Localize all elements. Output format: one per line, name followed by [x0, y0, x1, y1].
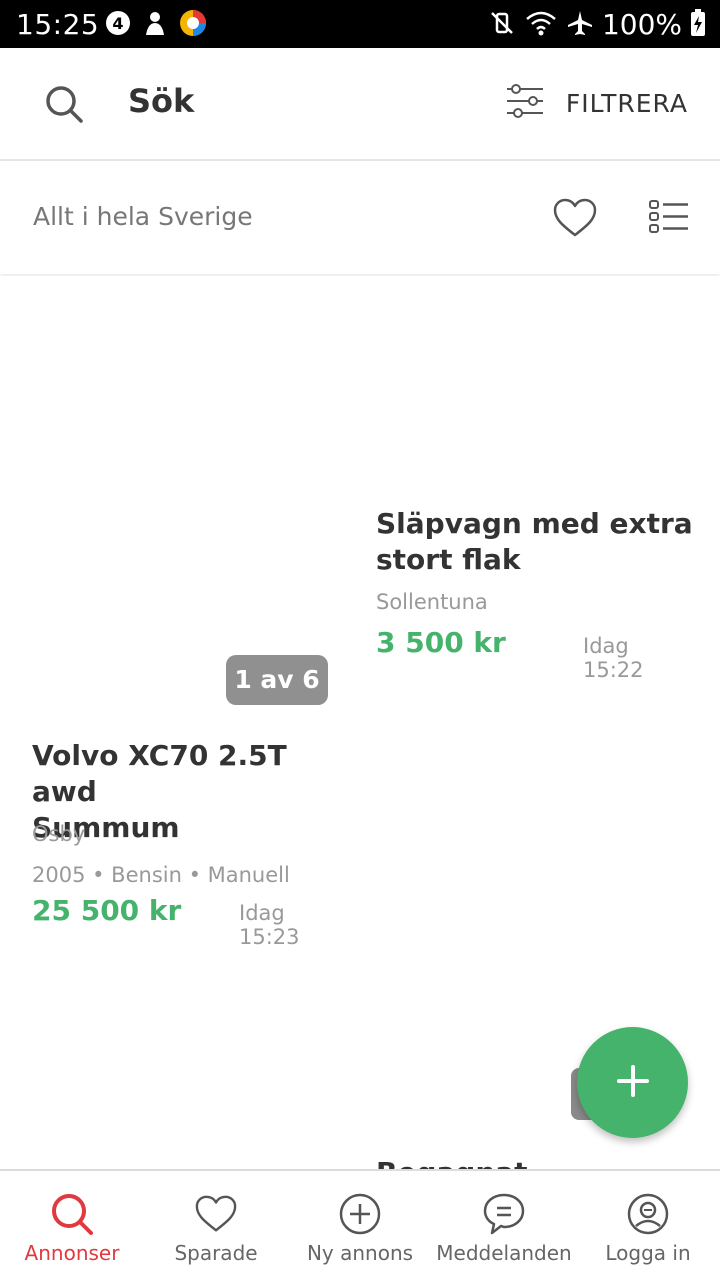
plus-icon: [616, 1064, 650, 1102]
save-search-heart-icon[interactable]: [552, 198, 598, 242]
nav-item-sparade[interactable]: Sparade: [144, 1171, 288, 1280]
user-icon: [626, 1191, 670, 1237]
airplane-icon: [566, 9, 594, 41]
listing-title: Släpvagn med extra stort flak: [376, 507, 693, 576]
image-counter-badge: 1 av 6: [226, 655, 328, 705]
list-view-icon[interactable]: [648, 198, 690, 238]
nav-label: Meddelanden: [436, 1241, 572, 1265]
nav-label: Ny annons: [306, 1241, 414, 1265]
status-time: 15:25: [16, 8, 100, 41]
battery-percent: 100%: [601, 8, 682, 41]
nav-label: Annonser: [24, 1241, 120, 1265]
listing-time: Idag 15:22: [583, 634, 644, 682]
listing-image[interactable]: [376, 276, 688, 491]
plus-circle-icon: [338, 1191, 382, 1237]
nav-item-meddelanden[interactable]: Meddelanden: [432, 1171, 576, 1280]
listing-image[interactable]: [32, 276, 344, 716]
search-icon: [50, 1191, 94, 1237]
nav-item-logga-in[interactable]: Logga in: [576, 1171, 720, 1280]
search-header: Sök FILTRERA: [0, 48, 720, 161]
listing-card[interactable]: Släpvagn med extra stort flak Sollentuna…: [376, 276, 693, 682]
app-icon: [178, 8, 208, 42]
listing-time: Idag 15:23: [239, 901, 300, 949]
status-bar: 15:25 4 100%: [0, 0, 720, 48]
nav-label: Logga in: [605, 1241, 691, 1265]
filter-label: FILTRERA: [565, 88, 688, 118]
svg-text:4: 4: [112, 14, 123, 33]
notification-icon: [142, 9, 168, 41]
listing-title[interactable]: Begagnat: [376, 1156, 528, 1169]
listing-location: Sollentuna: [376, 590, 488, 614]
search-icon[interactable]: [44, 84, 84, 128]
search-title[interactable]: Sök: [128, 82, 194, 120]
listing-meta: 2005 • Bensin • Manuell: [32, 863, 290, 887]
chat-icon: [482, 1191, 526, 1237]
region-bar: Allt i hela Sverige: [0, 162, 720, 274]
bottom-navigation: Annonser Sparade Ny annons Meddelanden L…: [0, 1169, 720, 1280]
sliders-icon: [506, 84, 544, 122]
listing-price: 25 500 kr: [32, 894, 182, 927]
channel4-icon: 4: [104, 9, 132, 41]
wifi-icon: [524, 9, 558, 41]
listing-location: Osby: [32, 822, 86, 846]
nav-label: Sparade: [174, 1241, 258, 1265]
vibrate-off-icon: [488, 9, 516, 41]
region-selector[interactable]: Allt i hela Sverige: [33, 202, 253, 231]
nav-item-annonser[interactable]: Annonser: [0, 1171, 144, 1280]
filter-button[interactable]: FILTRERA: [506, 84, 688, 122]
listing-price: 3 500 kr: [376, 626, 506, 659]
nav-item-ny-annons[interactable]: Ny annons: [288, 1171, 432, 1280]
new-ad-fab-button[interactable]: [577, 1027, 688, 1138]
battery-charging-icon: [690, 8, 706, 41]
listing-card[interactable]: 1 av 6 Volvo XC70 2.5T awd Summum Osby 2…: [32, 276, 344, 976]
heart-icon: [194, 1191, 238, 1237]
